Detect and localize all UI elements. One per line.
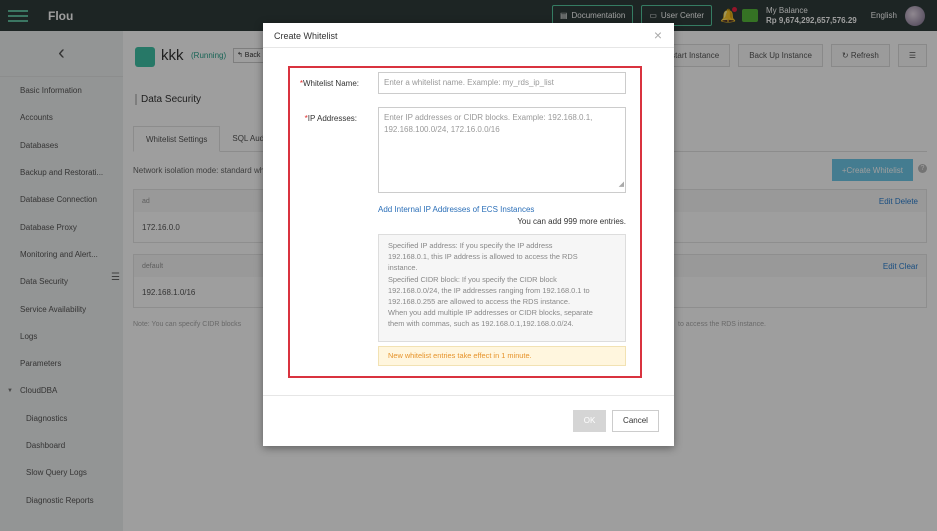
info-line: When you add multiple IP addresses or CI…	[388, 308, 593, 318]
dialog-title: Create Whitelist	[274, 31, 338, 41]
whitelist-name-input[interactable]: Enter a whitelist name. Example: my_rds_…	[378, 72, 626, 94]
info-line: them with commas, such as 192.168.0.1,19…	[388, 319, 574, 329]
ip-addresses-textarea[interactable]: Enter IP addresses or CIDR blocks. Examp…	[378, 107, 626, 193]
ok-button[interactable]: OK	[573, 410, 606, 432]
ip-format-info: Specified IP address: If you specify the…	[378, 234, 626, 342]
create-whitelist-dialog: Create Whitelist × *Whitelist Name: Ente…	[263, 23, 674, 446]
ip-placeholder-line: 192.168.100.0/24, 172.16.0.0/16	[384, 125, 500, 134]
info-line: 192.168.0.0/24, the IP addresses ranging…	[388, 285, 590, 295]
add-ecs-ip-link[interactable]: Add Internal IP Addresses of ECS Instanc…	[378, 205, 534, 214]
info-line: 192.168.0.1, this IP address is allowed …	[388, 252, 578, 262]
dialog-footer-divider	[263, 395, 674, 396]
remaining-entries-text: You can add 999 more entries.	[517, 217, 626, 226]
close-icon[interactable]: ×	[654, 27, 662, 43]
ip-addresses-label: *IP Addresses:	[304, 114, 357, 123]
effect-time-notice: New whitelist entries take effect in 1 m…	[378, 346, 626, 366]
resize-handle-icon[interactable]: ◢	[619, 179, 624, 191]
info-line: instance.	[388, 263, 418, 273]
cancel-button[interactable]: Cancel	[612, 410, 659, 432]
whitelist-name-label: *Whitelist Name:	[299, 79, 359, 88]
dialog-header-divider	[263, 47, 674, 48]
ip-placeholder-line: Enter IP addresses or CIDR blocks. Examp…	[384, 113, 593, 122]
info-line: Specified IP address: If you specify the…	[388, 241, 553, 250]
info-line: Specified CIDR block: If you specify the…	[388, 274, 557, 284]
info-line: 192.168.0.255 are allowed to access the …	[388, 297, 571, 307]
